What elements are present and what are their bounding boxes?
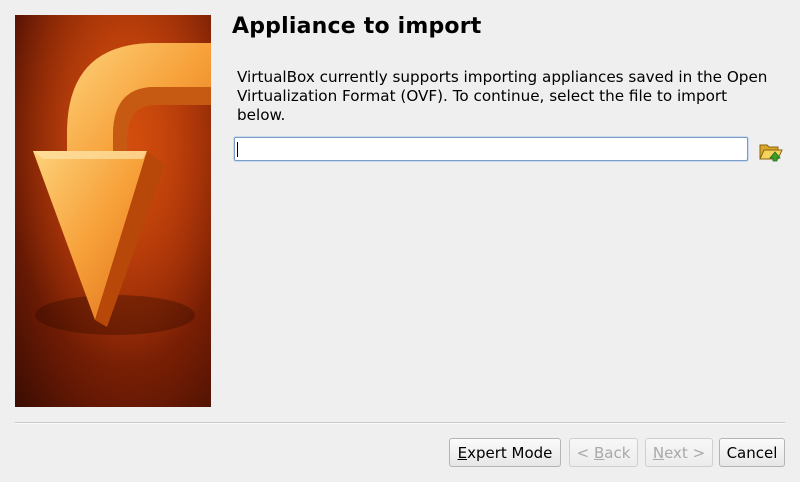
back-button[interactable]: < Back [569,438,638,467]
page-description: VirtualBox currently supports importing … [237,68,768,124]
folder-open-icon [759,144,783,162]
button-separator [15,422,785,424]
cancel-button[interactable]: Cancel [719,438,785,467]
import-arrow-icon [15,15,211,407]
expert-mode-label: xpert Mode [467,443,553,462]
next-label: ext > [664,443,706,462]
import-appliance-wizard: Appliance to import VirtualBox currently… [0,0,800,482]
file-path-input[interactable] [234,137,748,161]
back-mnemonic: B [593,443,605,462]
back-prefix: < [576,443,594,462]
wizard-banner-image [15,15,211,407]
next-mnemonic: N [652,443,665,462]
expert-mode-mnemonic: E [457,443,468,462]
browse-file-button[interactable] [758,139,784,163]
text-caret [237,142,238,157]
expert-mode-button[interactable]: Expert Mode [449,438,561,467]
page-title: Appliance to import [232,14,482,39]
back-label: ack [604,443,631,462]
cancel-label: Cancel [726,443,778,462]
next-button[interactable]: Next > [645,438,713,467]
